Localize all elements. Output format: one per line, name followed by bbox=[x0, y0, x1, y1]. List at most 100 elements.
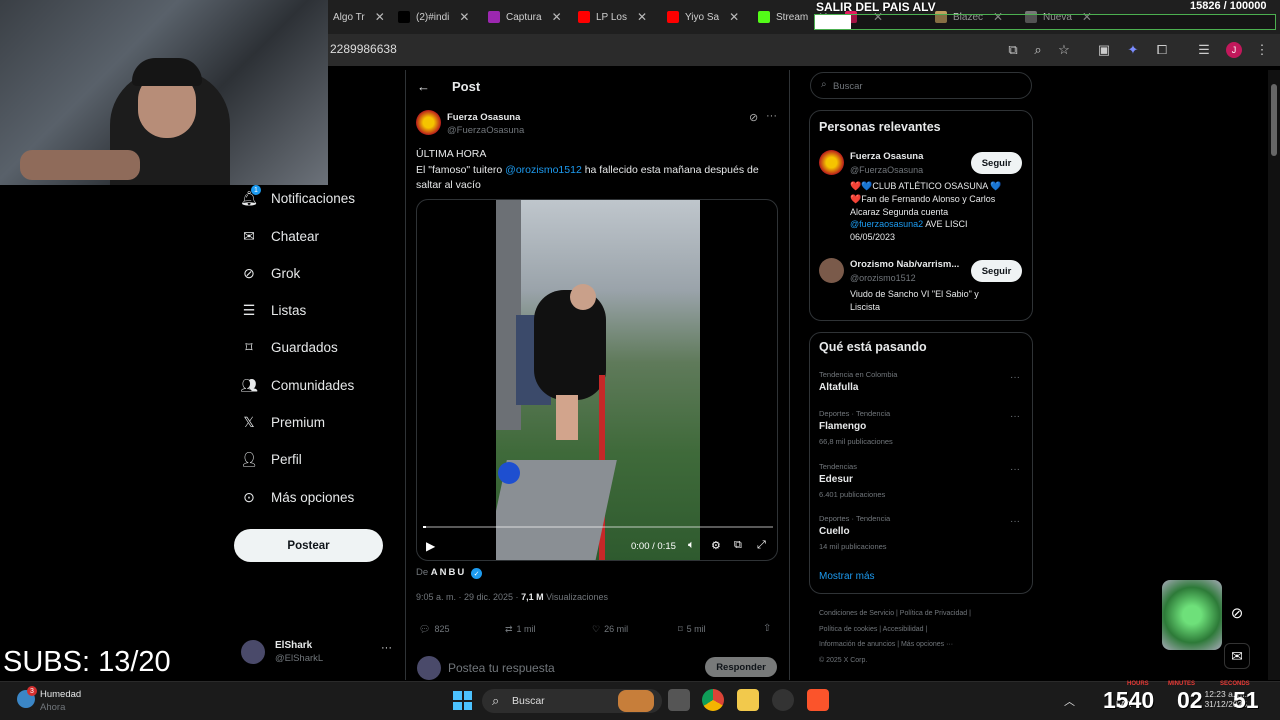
fullscreen-icon[interactable]: ⤢ bbox=[757, 539, 766, 552]
timer-seconds: 51 bbox=[1233, 687, 1259, 713]
install-icon[interactable]: ⧉ bbox=[1005, 42, 1021, 58]
zoom-icon[interactable]: ⌕ bbox=[1030, 42, 1046, 58]
puzzle-icon[interactable]: ⧠ bbox=[1154, 42, 1170, 58]
follow-button[interactable]: Seguir bbox=[971, 152, 1022, 174]
task-view-icon[interactable] bbox=[668, 689, 690, 711]
like-action[interactable]: ♡ 26 mil bbox=[592, 624, 628, 635]
share-icon[interactable]: ⇧ bbox=[763, 623, 771, 634]
author-name[interactable]: Fuerza Osasuna bbox=[447, 112, 520, 123]
avatar[interactable] bbox=[819, 150, 844, 175]
mention-link[interactable]: @orozismo1512 bbox=[505, 164, 582, 176]
taskbar-search[interactable]: ⌕ Buscar bbox=[482, 689, 662, 713]
brave-icon[interactable] bbox=[807, 689, 829, 711]
app-icon[interactable] bbox=[772, 689, 794, 711]
close-icon[interactable]: ✕ bbox=[729, 10, 739, 24]
more-dots-icon[interactable]: ··· bbox=[1010, 372, 1020, 383]
goal-title: SALIR DEL PAIS ALV bbox=[816, 0, 936, 14]
author-avatar[interactable] bbox=[416, 110, 441, 135]
menu-icon[interactable]: ⋮ bbox=[1254, 42, 1270, 58]
close-icon[interactable]: ✕ bbox=[459, 10, 469, 24]
post-button[interactable]: Postear bbox=[234, 529, 383, 562]
chrome-icon[interactable] bbox=[702, 689, 724, 711]
account-switcher[interactable]: ElShark @ElSharkL ··· bbox=[241, 638, 396, 672]
close-icon[interactable]: ✕ bbox=[552, 10, 562, 24]
trends-title: Qué está pasando bbox=[819, 340, 927, 354]
reply-input[interactable]: Postea tu respuesta bbox=[448, 661, 555, 675]
windows-start-icon[interactable] bbox=[453, 691, 472, 710]
trend-name[interactable]: Edesur bbox=[819, 474, 853, 485]
sidebar-item-m-s-opciones[interactable]: ⊙ Más opciones bbox=[241, 489, 354, 505]
browser-tab[interactable]: Yiyo Sa ✕ bbox=[667, 6, 739, 28]
bookmark-action[interactable]: ⌑ 5 mil bbox=[678, 624, 706, 635]
url-text[interactable]: 2289986638 bbox=[330, 42, 397, 56]
avatar[interactable] bbox=[819, 258, 844, 283]
trend-name[interactable]: Flamengo bbox=[819, 421, 866, 432]
source-name[interactable]: ANBU bbox=[431, 567, 466, 578]
video-source: De ANBU ✓ bbox=[416, 567, 482, 579]
volume-icon[interactable]: 🔈︎ bbox=[688, 539, 695, 552]
sidebar-item-grok[interactable]: ⊘ Grok bbox=[241, 265, 300, 281]
browser-tab[interactable]: Captura ✕ bbox=[488, 6, 562, 28]
reply-button[interactable]: Responder bbox=[705, 657, 777, 677]
weather-title: Humedad bbox=[40, 689, 82, 700]
grok-icon[interactable]: ⊘ bbox=[1224, 600, 1250, 626]
close-icon[interactable]: ✕ bbox=[637, 10, 647, 24]
repost-action[interactable]: ⇄ 1 mil bbox=[505, 624, 536, 635]
reply-action[interactable]: 💬︎ 825 bbox=[419, 624, 449, 635]
footer-links[interactable]: Condiciones de Servicio | Política de Pr… bbox=[819, 606, 971, 668]
more-dots-icon[interactable]: ··· bbox=[1010, 411, 1020, 422]
more-dots-icon[interactable]: ··· bbox=[1010, 516, 1020, 527]
more-dots-icon[interactable]: ··· bbox=[766, 110, 777, 122]
show-more-link[interactable]: Mostrar más bbox=[819, 571, 875, 582]
close-icon[interactable]: ✕ bbox=[375, 10, 385, 24]
sidebar-item-listas[interactable]: ☰ Listas bbox=[241, 302, 307, 318]
person-bio: Viudo de Sancho VI "El Sabio" y Liscista bbox=[850, 289, 979, 312]
search-input[interactable]: ⌕ Buscar bbox=[810, 72, 1032, 99]
sidebar-item-notificaciones[interactable]: 🔔︎ 1 Notificaciones bbox=[240, 185, 355, 206]
trend-name[interactable]: Altafulla bbox=[819, 382, 858, 393]
extension-ai-icon[interactable]: ✦ bbox=[1125, 42, 1141, 58]
trend-meta: Deportes · Tendencia bbox=[819, 514, 891, 523]
goal-count: 15826 / 100000 bbox=[1190, 0, 1267, 12]
messages-icon[interactable]: ✉ bbox=[1224, 643, 1250, 669]
follow-button[interactable]: Seguir bbox=[971, 260, 1022, 282]
scrollbar[interactable] bbox=[1268, 70, 1280, 680]
more-dots-icon[interactable]: ··· bbox=[1010, 464, 1020, 475]
more-circle-icon: ⊙ bbox=[243, 488, 255, 505]
tray-chevron-icon[interactable]: ︿ bbox=[1064, 693, 1075, 709]
sidebar-item-perfil[interactable]: 👤︎ Perfil bbox=[240, 451, 302, 467]
tab-favicon-icon bbox=[398, 11, 410, 23]
back-arrow-icon[interactable]: ← bbox=[417, 79, 430, 94]
browser-tab[interactable]: LP Los ✕ bbox=[578, 6, 647, 28]
grok-icon: ⊘ bbox=[243, 264, 255, 281]
browser-tab[interactable]: (2)#indi ✕ bbox=[398, 6, 469, 28]
pip-icon[interactable]: ⧉ bbox=[734, 539, 742, 552]
bio-link[interactable]: @fuerzaosasuna2 bbox=[850, 219, 923, 229]
avatar bbox=[241, 640, 265, 664]
goal-progress-bar bbox=[814, 14, 1276, 30]
video-player[interactable]: ▶ 0:00 / 0:15 🔈︎ ⚙︎ ⧉ ⤢ bbox=[416, 199, 778, 561]
search-icon: ⌕ bbox=[821, 79, 827, 90]
sidebar-icon[interactable]: ▣ bbox=[1096, 42, 1112, 58]
more-dots-icon[interactable]: ··· bbox=[381, 642, 392, 654]
play-icon[interactable]: ▶ bbox=[426, 539, 435, 553]
scrollbar-thumb[interactable] bbox=[1271, 84, 1277, 156]
trend-meta: Tendencias bbox=[819, 462, 857, 471]
profile-avatar[interactable]: J bbox=[1226, 42, 1242, 58]
trend-name[interactable]: Cuello bbox=[819, 526, 850, 537]
subs-counter: SUBS: 13/20 bbox=[3, 646, 171, 678]
person-name[interactable]: Fuerza Osasuna bbox=[850, 151, 923, 162]
video-progress-track[interactable] bbox=[423, 526, 773, 528]
star-icon[interactable]: ☆ bbox=[1056, 42, 1072, 58]
person-name[interactable]: Orozismo Nab/varrism... bbox=[850, 259, 959, 270]
author-handle[interactable]: @FuerzaOsasuna bbox=[447, 125, 524, 136]
grok-icon[interactable]: ⊘ bbox=[749, 111, 758, 124]
list-icon[interactable]: ☰ bbox=[1196, 42, 1212, 58]
sidebar-item-chatear[interactable]: ✉ Chatear bbox=[241, 228, 319, 244]
people-icon: 👥︎ bbox=[240, 376, 258, 393]
folder-icon[interactable] bbox=[737, 689, 759, 711]
settings-icon[interactable]: ⚙︎ bbox=[711, 539, 721, 552]
sidebar-item-guardados[interactable]: ⌑ Guardados bbox=[241, 339, 337, 355]
sidebar-item-premium[interactable]: 𝕏 Premium bbox=[241, 414, 325, 430]
sidebar-item-comunidades[interactable]: 👥︎ Comunidades bbox=[240, 376, 354, 393]
